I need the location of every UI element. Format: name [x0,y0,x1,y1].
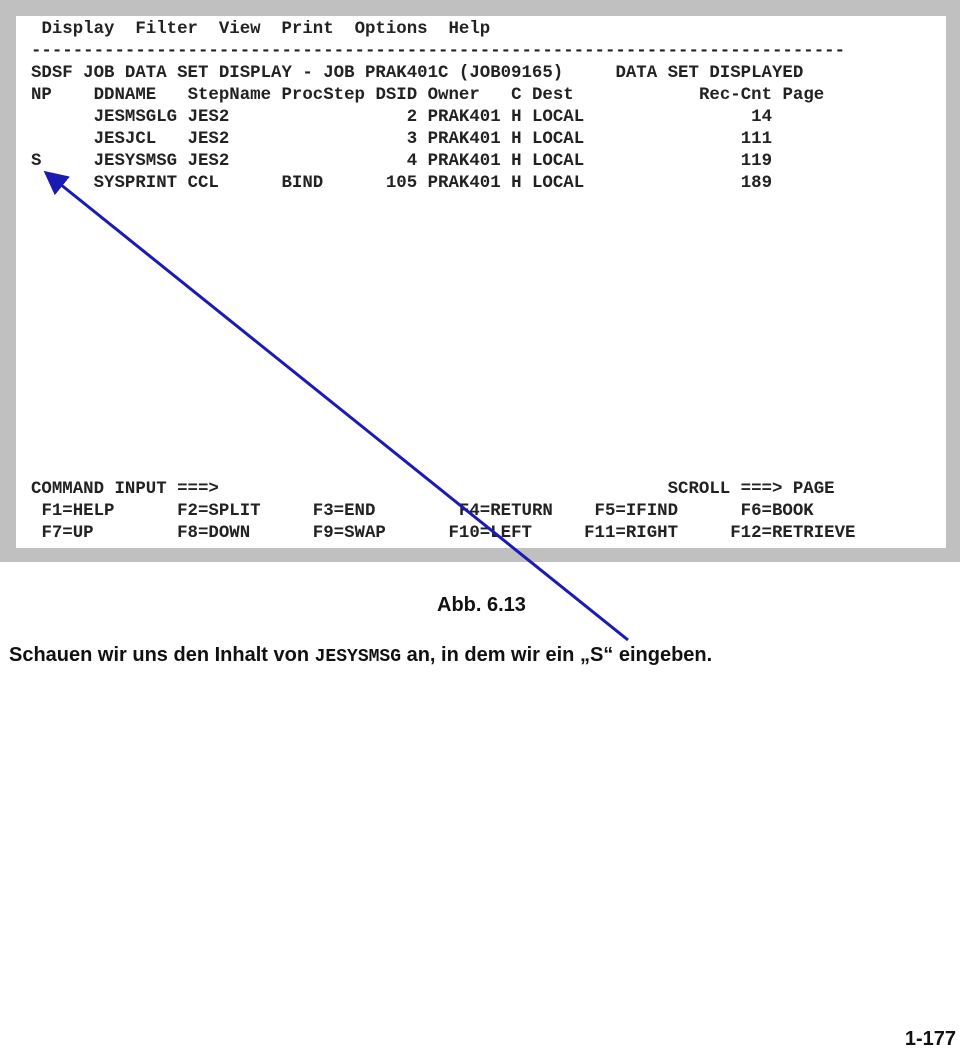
procstep-cell: BIND [281,174,376,193]
function-key-f1[interactable]: F1=HELP [41,502,177,521]
function-key-f10[interactable]: F10=LEFT [438,524,574,543]
column-header-stepname: StepName [187,86,282,105]
np-command-field[interactable] [31,108,94,127]
menu-item-help[interactable]: Help [449,20,491,39]
owner-cell: PRAK401 [427,152,512,171]
table-row[interactable]: SYSPRINT CCL BIND 105 PRAK401 H LOCAL 18… [31,174,772,194]
stepname-cell: JES2 [187,152,282,171]
function-key-f5[interactable]: F5=IFIND [584,502,720,521]
dsid-cell: 3 [375,130,428,149]
dsid-cell: 2 [375,108,428,127]
rec-cnt-cell: 189 [594,174,773,193]
menu-item-filter[interactable]: Filter [135,20,198,39]
table-row[interactable]: S JESYSMSG JES2 4 PRAK401 H LOCAL 119 [31,152,772,172]
procstep-cell [282,108,376,127]
np-command-field[interactable]: S [31,152,94,171]
owner-cell: PRAK401 [427,174,512,193]
title-line: SDSF JOB DATA SET DISPLAY - JOB PRAK401C… [31,64,803,84]
rec-cnt-cell: 111 [594,130,773,149]
function-key-f6[interactable]: F6=BOOK [720,502,814,521]
class-cell: H [511,108,532,127]
scroll-label: SCROLL ===> [667,480,793,499]
figure-caption: Abb. 6.13 [437,594,526,616]
column-header-np: NP [31,86,94,105]
function-key-f9[interactable]: F9=SWAP [313,524,438,543]
column-header-owner: Owner [427,86,512,105]
dsid-cell: 4 [375,152,428,171]
terminal-frame: Display Filter View Print Options Help -… [0,0,960,562]
dest-cell: LOCAL [532,174,595,193]
stepname-cell: JES2 [187,130,282,149]
command-input-label: COMMAND INPUT ===> [31,480,219,499]
sdsf-screen: Display Filter View Print Options Help -… [16,16,946,548]
menu-item-view[interactable]: View [219,20,261,39]
stepname-cell: CCL [187,174,282,193]
rec-cnt-cell: 119 [594,152,773,171]
np-command-field[interactable] [31,130,94,149]
class-cell: H [511,174,532,193]
function-key-f3[interactable]: F3=END [313,502,449,521]
column-header-ddname: DDNAME [93,86,188,105]
command-line: COMMAND INPUT ===> SCROLL ===> PAGE [31,480,835,500]
function-keys-row-1: F1=HELP F2=SPLIT F3=END F4=RETURN F5=IFI… [31,502,814,522]
description-text: Schauen wir uns den Inhalt von JESYSMSG … [9,644,712,667]
panel-status: DATA SET DISPLAYED [615,64,804,83]
description-code: JESYSMSG [314,647,402,667]
class-cell: H [511,152,532,171]
class-cell: H [511,130,532,149]
np-command-field[interactable] [31,174,94,193]
procstep-cell [282,152,376,171]
ddname-cell: JESYSMSG [93,152,188,171]
menu-separator: ----------------------------------------… [31,42,846,61]
function-key-f12[interactable]: F12=RETRIEVE [709,524,855,543]
function-keys-row-2: F7=UP F8=DOWN F9=SWAP F10=LEFT F11=RIGHT… [31,524,855,544]
procstep-cell [282,130,376,149]
column-header-procstep: ProcStep [281,86,376,105]
function-key-f8[interactable]: F8=DOWN [177,524,313,543]
function-key-f4[interactable]: F4=RETURN [448,502,584,521]
column-header-c: C [511,86,532,105]
description-after: an, in dem wir ein „S“ eingeben. [401,644,713,666]
menu-bar: Display Filter View Print Options Help [31,20,490,40]
ddname-cell: SYSPRINT [93,174,188,193]
stepname-cell: JES2 [187,108,282,127]
dest-cell: LOCAL [532,108,595,127]
command-input-field[interactable] [219,480,668,499]
table-row[interactable]: JESJCL JES2 3 PRAK401 H LOCAL 111 [31,130,772,150]
dest-cell: LOCAL [532,152,595,171]
owner-cell: PRAK401 [427,108,512,127]
table-header: NP DDNAME StepName ProcStep DSID Owner C… [31,86,824,106]
table-row[interactable]: JESMSGLG JES2 2 PRAK401 H LOCAL 14 [31,108,772,128]
dest-cell: LOCAL [532,130,595,149]
ddname-cell: JESMSGLG [93,108,188,127]
column-header-dest: Dest [532,86,595,105]
column-header-reccnt: Rec-Cnt [594,86,773,105]
dsid-cell: 105 [375,174,428,193]
column-header-page: Page [772,86,825,105]
menu-item-options[interactable]: Options [355,20,428,39]
function-key-f7[interactable]: F7=UP [41,524,177,543]
function-key-f11[interactable]: F11=RIGHT [574,524,710,543]
rec-cnt-cell: 14 [594,108,773,127]
ddname-cell: JESJCL [93,130,188,149]
menu-item-display[interactable]: Display [41,20,114,39]
column-header-dsid: DSID [375,86,428,105]
scroll-value-field[interactable]: PAGE [793,480,835,499]
description-before: Schauen wir uns den Inhalt von [9,644,315,666]
panel-title: SDSF JOB DATA SET DISPLAY - JOB PRAK401C… [31,64,564,83]
menu-item-print[interactable]: Print [282,20,334,39]
function-key-f2[interactable]: F2=SPLIT [177,502,313,521]
owner-cell: PRAK401 [427,130,512,149]
